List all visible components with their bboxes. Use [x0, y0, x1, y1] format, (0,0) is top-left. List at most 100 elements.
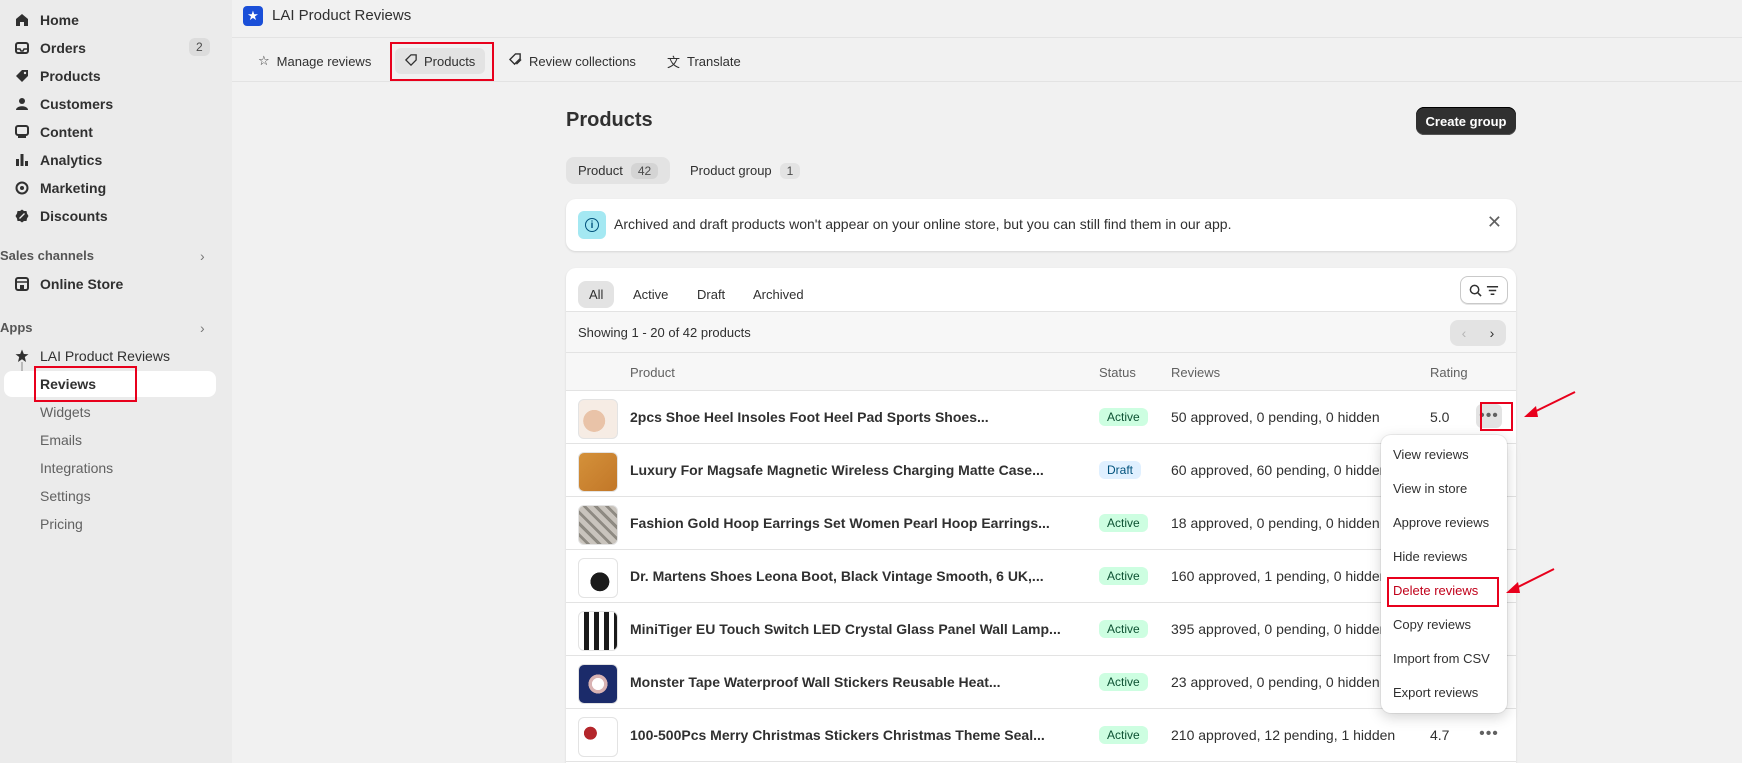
banner-text: Archived and draft products won't appear…	[614, 216, 1232, 232]
tag-icon	[404, 53, 417, 69]
table-row[interactable]: 2pcs Shoe Heel Insoles Foot Heel Pad Spo…	[566, 391, 1516, 444]
nav-discounts[interactable]: Discounts	[0, 203, 232, 229]
filter-all[interactable]: All	[578, 281, 615, 308]
apps-heading: Apps	[0, 320, 33, 335]
annotation-arrow	[1524, 391, 1576, 417]
table-row[interactable]: MiniTiger EU Touch Switch LED Crystal Gl…	[566, 603, 1516, 656]
chevron-right-icon[interactable]: ›	[200, 320, 205, 336]
filter-archived[interactable]: Archived	[742, 281, 815, 308]
product-count-badge: 42	[630, 162, 659, 179]
status-badge: Active	[1099, 408, 1148, 426]
col-product: Product	[630, 365, 675, 380]
pagination-row: Showing 1 - 20 of 42 products ‹ ›	[566, 311, 1516, 353]
showing-count: Showing 1 - 20 of 42 products	[578, 325, 751, 340]
pager: ‹ ›	[1450, 320, 1506, 346]
nav-content[interactable]: Content	[0, 119, 232, 145]
product-thumbnail	[578, 664, 618, 704]
filter-icon	[1486, 285, 1499, 295]
product-thumbnail	[578, 558, 618, 598]
segment-product-group[interactable]: Product group 1	[678, 157, 812, 184]
star-icon: ☆	[258, 53, 270, 68]
menu-hide-reviews[interactable]: Hide reviews	[1393, 549, 1467, 564]
product-group-count-badge: 1	[779, 162, 801, 179]
chevron-right-icon[interactable]: ›	[200, 248, 205, 264]
tags-icon	[508, 53, 522, 69]
menu-view-in-store[interactable]: View in store	[1393, 481, 1467, 496]
create-group-button[interactable]: Create group	[1416, 107, 1516, 135]
menu-copy-reviews[interactable]: Copy reviews	[1393, 617, 1471, 632]
col-rating: Rating	[1430, 365, 1468, 380]
table-header: Product Status Reviews Rating	[566, 353, 1516, 391]
sidebar-item-settings[interactable]: Settings	[40, 488, 91, 504]
app-logo-icon: ★	[243, 6, 263, 26]
status-badge: Active	[1099, 620, 1148, 638]
person-icon	[14, 96, 30, 112]
products-table-card: All Active Draft Archived Showing 1 - 20…	[566, 268, 1516, 763]
content-icon	[14, 124, 30, 140]
chevron-left-icon[interactable]: ‹	[1450, 320, 1478, 346]
product-thumbnail	[578, 611, 618, 651]
table-row[interactable]: Fashion Gold Hoop Earrings Set Women Pea…	[566, 497, 1516, 550]
table-row[interactable]: Dr. Martens Shoes Leona Boot, Black Vint…	[566, 550, 1516, 603]
filter-active[interactable]: Active	[622, 281, 679, 308]
status-badge: Active	[1099, 514, 1148, 532]
product-thumbnail	[578, 717, 618, 757]
chevron-right-icon[interactable]: ›	[1478, 320, 1506, 346]
status-badge: Draft	[1099, 461, 1142, 479]
table-row[interactable]: 100-500Pcs Merry Christmas Stickers Chri…	[566, 709, 1516, 762]
bar-chart-icon	[14, 152, 30, 168]
search-icon	[1469, 284, 1482, 297]
sidebar-item-integrations[interactable]: Integrations	[40, 460, 113, 476]
sidebar-item-pricing[interactable]: Pricing	[40, 516, 83, 532]
status-badge: Active	[1099, 726, 1148, 744]
tab-translate[interactable]: 文 Translate	[657, 48, 751, 74]
more-actions-icon[interactable]: •••	[1476, 404, 1502, 428]
row-actions-menu: View reviews View in store Approve revie…	[1381, 435, 1507, 713]
product-thumbnail	[578, 399, 618, 439]
more-actions-icon[interactable]: •••	[1476, 722, 1502, 746]
col-status: Status	[1099, 365, 1136, 380]
discount-icon	[14, 208, 30, 224]
close-icon[interactable]: ✕	[1487, 213, 1502, 231]
inbox-icon	[14, 40, 30, 56]
info-icon: i	[578, 211, 606, 239]
sidebar-item-reviews-bg	[4, 371, 216, 397]
nav-marketing[interactable]: Marketing	[0, 175, 232, 201]
sidebar-item-widgets[interactable]: Widgets	[40, 404, 91, 420]
store-icon	[14, 276, 30, 292]
sidebar: Home Orders 2 Products Customers Content…	[0, 0, 232, 763]
info-banner: i Archived and draft products won't appe…	[566, 199, 1516, 251]
col-reviews: Reviews	[1171, 365, 1221, 380]
app-title-bar	[232, 0, 1742, 38]
app-title: LAI Product Reviews	[272, 7, 412, 24]
tag-icon	[14, 68, 30, 84]
table-row[interactable]: Monster Tape Waterproof Wall Stickers Re…	[566, 656, 1516, 709]
sidebar-item-emails[interactable]: Emails	[40, 432, 82, 448]
menu-view-reviews[interactable]: View reviews	[1393, 447, 1469, 462]
menu-approve-reviews[interactable]: Approve reviews	[1393, 515, 1489, 530]
nav-home[interactable]: Home	[0, 7, 232, 33]
page-title: Products	[566, 109, 653, 131]
nav-analytics[interactable]: Analytics	[0, 147, 232, 173]
segment-product[interactable]: Product 42	[566, 157, 671, 184]
status-badge: Active	[1099, 567, 1148, 585]
tab-products[interactable]: Products	[395, 48, 486, 74]
sidebar-item-reviews[interactable]: Reviews	[40, 376, 96, 392]
home-icon	[14, 12, 30, 28]
nav-products[interactable]: Products	[0, 63, 232, 89]
tab-review-collections[interactable]: Review collections	[499, 48, 646, 74]
nav-customers[interactable]: Customers	[0, 91, 232, 117]
filter-draft[interactable]: Draft	[686, 281, 736, 308]
search-filter-button[interactable]	[1460, 276, 1508, 304]
orders-count-badge: 2	[189, 38, 210, 56]
product-thumbnail	[578, 505, 618, 545]
nav-orders[interactable]: Orders 2	[0, 35, 232, 61]
status-badge: Active	[1099, 673, 1148, 691]
nav-online-store[interactable]: Online Store	[0, 271, 232, 297]
menu-export-reviews[interactable]: Export reviews	[1393, 685, 1478, 700]
target-icon	[14, 180, 30, 196]
tab-manage-reviews[interactable]: ☆ Manage reviews	[248, 48, 381, 74]
table-row[interactable]: Luxury For Magsafe Magnetic Wireless Cha…	[566, 444, 1516, 497]
menu-import-csv[interactable]: Import from CSV	[1393, 651, 1490, 666]
menu-delete-reviews[interactable]: Delete reviews	[1393, 583, 1478, 598]
